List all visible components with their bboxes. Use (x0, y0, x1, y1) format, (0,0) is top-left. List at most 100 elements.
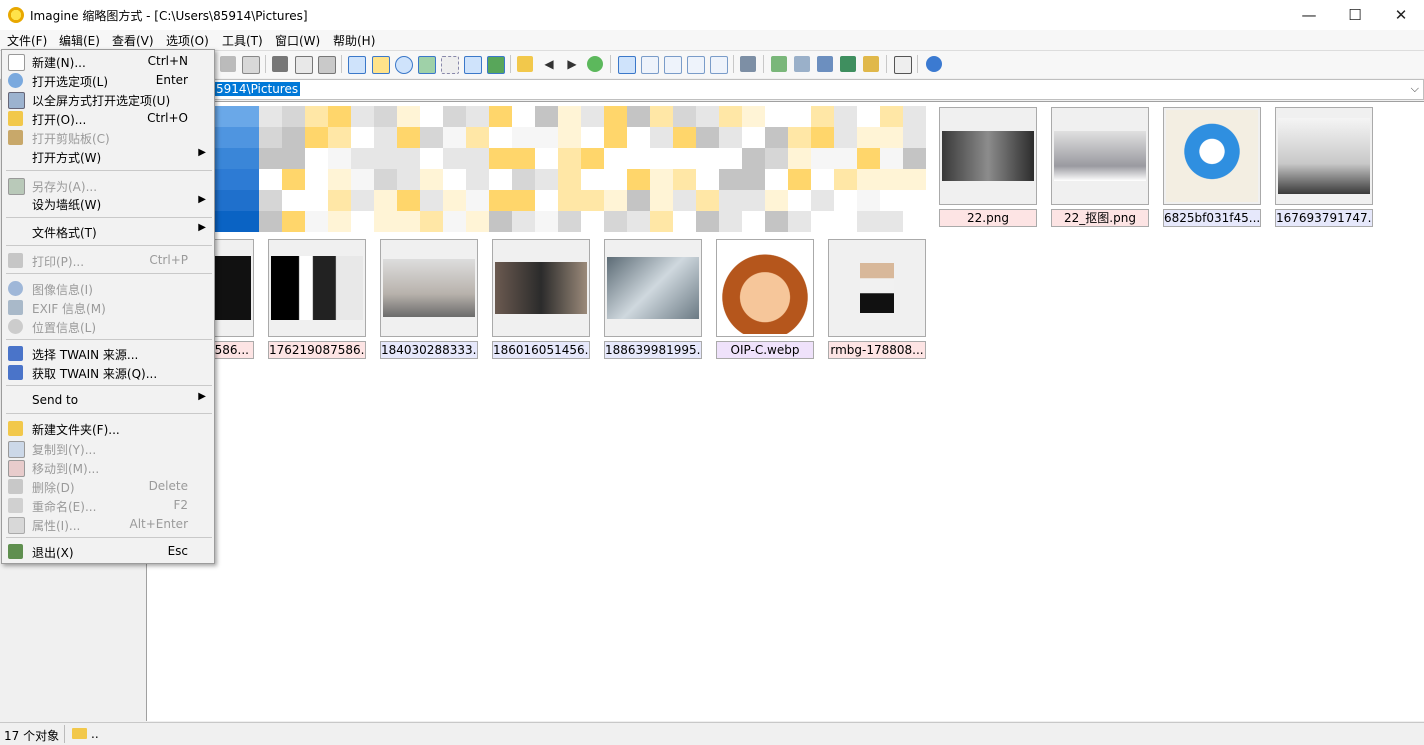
copy-icon[interactable] (295, 56, 313, 74)
preview-icon[interactable] (418, 56, 436, 74)
thumbnail-caption[interactable]: 184030288333... (380, 341, 478, 359)
menu-item-file-format[interactable]: 文件格式(T) ▶ (2, 222, 214, 241)
menu-item-send-to[interactable]: Send to ▶ (2, 391, 214, 410)
blur-cell (351, 148, 374, 171)
edit-icon[interactable] (863, 56, 879, 72)
blur-cell (627, 190, 650, 213)
maximize-button[interactable]: ☐ (1332, 0, 1378, 30)
cut-icon[interactable] (272, 56, 288, 72)
attach-icon[interactable] (894, 56, 912, 74)
properties-icon[interactable] (242, 56, 260, 74)
clock-icon[interactable] (395, 56, 413, 74)
menu-item-open-with[interactable]: 打开方式(W) ▶ (2, 147, 214, 166)
thumbnail-caption[interactable]: 22_抠图.png (1051, 209, 1149, 227)
thumbnail[interactable] (492, 239, 590, 337)
menu-view[interactable]: 查看(V) (112, 32, 154, 49)
fit-icon[interactable] (464, 56, 482, 74)
thumbnail-caption[interactable]: 167693791747... (1275, 209, 1373, 227)
refresh-icon[interactable] (587, 56, 603, 72)
trash-icon[interactable] (220, 56, 236, 72)
menu-item-rename[interactable]: 重命名(E)... F2 (2, 496, 214, 515)
window-view-icon[interactable] (348, 56, 366, 74)
menu-item-copy-to[interactable]: 复制到(Y)... (2, 439, 214, 458)
menu-item-select-twain[interactable]: 选择 TWAIN 来源... (2, 344, 214, 363)
filmstrip-icon[interactable] (840, 56, 856, 72)
fullscreen-icon (8, 92, 25, 109)
save-icon (8, 178, 25, 195)
thumbnail-caption[interactable]: 6825bf031f45... (1163, 209, 1261, 227)
open-folder-icon (8, 111, 23, 126)
thumbnail[interactable] (939, 107, 1037, 205)
grid-icon[interactable] (441, 56, 459, 74)
thumbnail[interactable] (268, 239, 366, 337)
slideshow-icon[interactable] (817, 56, 833, 72)
list-view-icon[interactable] (687, 56, 705, 74)
menu-item-properties[interactable]: 属性(I)... Alt+Enter (2, 515, 214, 534)
menu-item-open[interactable]: 打开(O)... Ctrl+O (2, 109, 214, 128)
blur-cell (604, 190, 627, 213)
blur-cell (466, 190, 489, 213)
info-icon (8, 281, 23, 296)
compass-icon (8, 319, 23, 334)
menu-item-location-info[interactable]: 位置信息(L) (2, 317, 214, 336)
minimize-button[interactable]: — (1286, 0, 1332, 30)
menu-edit[interactable]: 编辑(E) (59, 32, 100, 49)
icons-view-icon[interactable] (664, 56, 682, 74)
tree-view-icon[interactable] (372, 56, 390, 74)
thumbnail-caption[interactable]: 176219087586... (268, 341, 366, 359)
thumbnail[interactable] (1163, 107, 1261, 205)
menu-item-acquire-twain[interactable]: 获取 TWAIN 来源(Q)... (2, 363, 214, 382)
thumbnail-caption[interactable]: 186016051456... (492, 341, 590, 359)
menu-item-delete[interactable]: 删除(D) Delete (2, 477, 214, 496)
thumbnail-caption[interactable]: 22.png (939, 209, 1037, 227)
menu-file[interactable]: 文件(F) (7, 32, 47, 49)
menu-item-open-fullscreen[interactable]: 以全屏方式打开选定项(U) (2, 90, 214, 109)
menu-item-open-selected[interactable]: 打开选定项(L) Enter (2, 71, 214, 90)
details-view-icon[interactable] (710, 56, 728, 74)
batch-convert-icon[interactable] (771, 56, 787, 72)
close-button[interactable]: ✕ (1378, 0, 1424, 30)
menu-help[interactable]: 帮助(H) (333, 32, 375, 49)
blur-cell (765, 148, 788, 171)
tiles-view-icon[interactable] (641, 56, 659, 74)
menu-item-save-as[interactable]: 另存为(A)... (2, 176, 214, 195)
thumbnail[interactable] (604, 239, 702, 337)
blur-cell (765, 211, 788, 232)
back-arrow-icon[interactable]: ◀ (541, 56, 557, 72)
menu-tools[interactable]: 工具(T) (222, 32, 263, 49)
thumbnail[interactable] (1051, 107, 1149, 205)
blur-cell (328, 127, 351, 150)
thumbnail[interactable] (1275, 107, 1373, 205)
menu-item-image-info[interactable]: 图像信息(I) (2, 279, 214, 298)
chevron-down-icon[interactable]: ⌵ (1411, 82, 1419, 96)
blur-cell (512, 148, 535, 171)
image-panel-icon[interactable] (487, 56, 505, 74)
blur-cell (650, 169, 673, 192)
thumbnail[interactable] (716, 239, 814, 337)
menu-item-new-folder[interactable]: 新建文件夹(F)... (2, 419, 214, 438)
paste-icon[interactable] (318, 56, 336, 74)
thumbnail-caption[interactable]: 188639981995... (604, 341, 702, 359)
batch-rename-icon[interactable] (794, 56, 810, 72)
forward-arrow-icon[interactable]: ▶ (564, 56, 580, 72)
menu-window[interactable]: 窗口(W) (275, 32, 320, 49)
folder-up-icon[interactable] (517, 56, 533, 72)
menu-item-print[interactable]: 打印(P)... Ctrl+P (2, 251, 214, 270)
menu-item-exif-info[interactable]: EXIF 信息(M) (2, 298, 214, 317)
blur-cell (903, 190, 926, 213)
menu-item-new[interactable]: 新建(N)... Ctrl+N (2, 52, 214, 71)
menu-item-move-to[interactable]: 移动到(M)... (2, 458, 214, 477)
scanner-icon (8, 346, 23, 361)
wrench-icon[interactable] (740, 56, 756, 72)
thumbnails-view-icon[interactable] (618, 56, 636, 74)
blur-cell (581, 127, 604, 150)
thumbnail-caption[interactable]: OIP-C.webp (716, 341, 814, 359)
help-icon[interactable] (926, 56, 942, 72)
menu-options[interactable]: 选项(O) (166, 32, 209, 49)
menu-item-exit[interactable]: 退出(X) Esc (2, 542, 214, 561)
thumbnail-caption[interactable]: rmbg-178808... (828, 341, 926, 359)
menu-item-open-clipboard[interactable]: 打开剪贴板(C) (2, 128, 214, 147)
menu-item-set-wallpaper[interactable]: 设为墙纸(W) ▶ (2, 194, 214, 213)
thumbnail[interactable] (380, 239, 478, 337)
thumbnail[interactable] (828, 239, 926, 337)
